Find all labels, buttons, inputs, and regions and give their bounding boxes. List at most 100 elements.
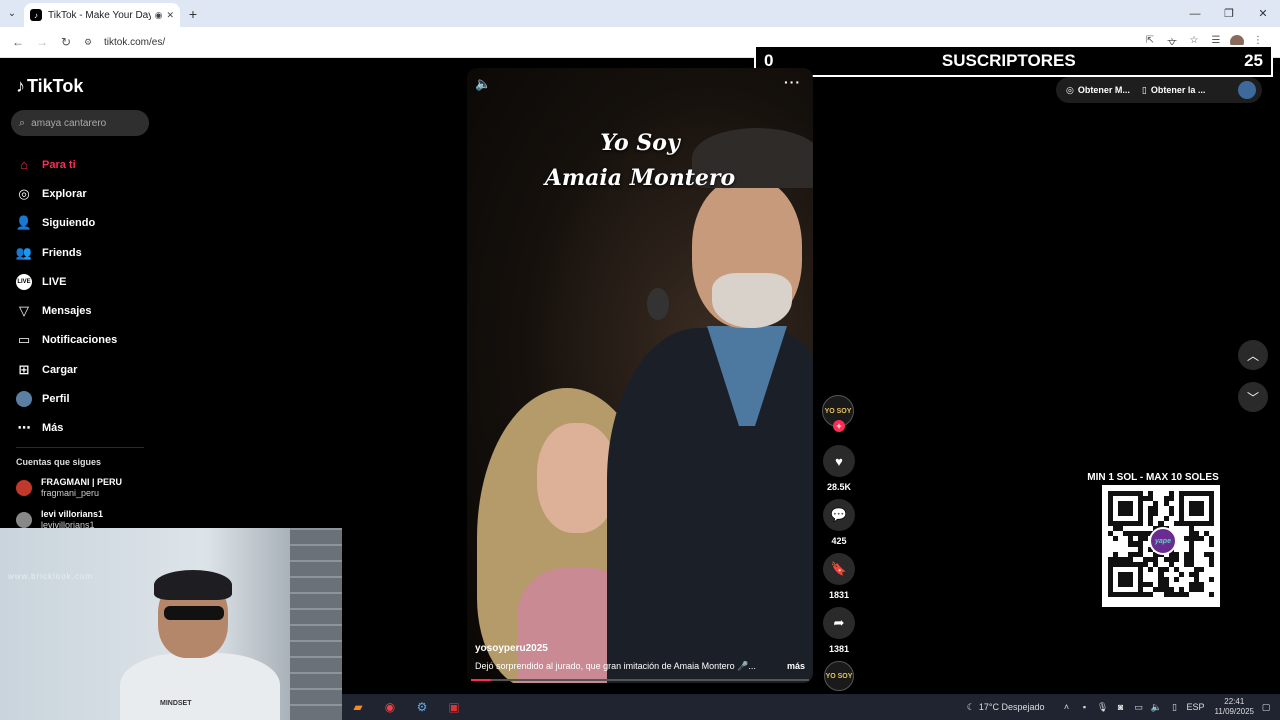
compass-icon: ◎ bbox=[18, 185, 30, 201]
video-description-row: Dejó sorprendido al jurado, que gran imi… bbox=[475, 661, 805, 672]
tray-volume-icon[interactable]: 🔈 bbox=[1151, 702, 1163, 713]
window-controls: — ❐ ✕ bbox=[1178, 0, 1280, 27]
get-coins-button[interactable]: ◎ Obtener M... bbox=[1066, 85, 1130, 96]
tiktok-favicon-icon: ♪ bbox=[30, 9, 42, 21]
tab-close-icon[interactable]: ✕ bbox=[166, 10, 174, 21]
minimize-icon[interactable]: — bbox=[1178, 0, 1212, 27]
bookmark-icon: 🔖 bbox=[830, 561, 848, 576]
tray-battery-icon[interactable]: ▯ bbox=[1169, 702, 1181, 713]
next-video-button[interactable]: ﹀ bbox=[1238, 382, 1268, 412]
tray-camera-icon[interactable]: ◙ bbox=[1115, 702, 1127, 712]
video-man-jacket bbox=[607, 328, 813, 683]
brick-wall bbox=[290, 528, 342, 720]
taskbar-app-obs-icon[interactable]: ◉ bbox=[374, 694, 406, 720]
sidebar-item-label: Notificaciones bbox=[42, 334, 118, 347]
account-handle: fragmani_peru bbox=[41, 488, 100, 498]
follow-plus-icon[interactable]: + bbox=[833, 420, 845, 432]
get-app-label: Obtener la ... bbox=[1150, 85, 1206, 95]
tab-audio-icon[interactable]: ◉ bbox=[155, 10, 163, 21]
reload-icon[interactable]: ↻ bbox=[54, 35, 78, 49]
sidebar-item-notificaciones[interactable]: ▭ Notificaciones bbox=[16, 326, 156, 355]
home-icon: ⌂ bbox=[20, 157, 28, 173]
sidebar-item-friends[interactable]: 👥 Friends bbox=[16, 238, 156, 267]
system-tray: ☾ 17°C Despejado ˄ ▪ 🎙 ◙ ▭ 🔈 ▯ ESP 22:41… bbox=[967, 697, 1280, 717]
sound-disc[interactable]: YO SOY bbox=[824, 661, 854, 691]
video-author[interactable]: yosoyperu2025 bbox=[475, 643, 548, 654]
more-dots-icon: ⋯ bbox=[17, 420, 31, 436]
user-avatar[interactable] bbox=[1238, 81, 1256, 99]
taskbar-app-dota-icon[interactable]: ▣ bbox=[438, 694, 470, 720]
back-icon[interactable]: ← bbox=[6, 35, 30, 49]
video-more-icon[interactable]: ··· bbox=[784, 74, 801, 90]
video-description: Dejó sorprendido al jurado, que gran imi… bbox=[475, 661, 756, 671]
taskbar-app-folder-icon[interactable]: ▰ bbox=[342, 694, 374, 720]
video-progress-bar[interactable] bbox=[471, 679, 809, 681]
search-input[interactable]: ⌕ amaya cantarero bbox=[11, 110, 149, 136]
sidebar-nav: ⌂ Para ti ◎ Explorar 👤 Siguiendo 👥 Frien… bbox=[16, 150, 156, 443]
heart-icon: ♥ bbox=[835, 453, 843, 469]
save-button[interactable]: 🔖 bbox=[823, 553, 855, 585]
notification-center-icon[interactable]: ▢ bbox=[1260, 702, 1272, 713]
tray-app-icon[interactable]: ▪ bbox=[1079, 702, 1091, 712]
share-count: 1381 bbox=[828, 644, 850, 654]
tab-title: TikTok - Make Your Day bbox=[48, 9, 151, 21]
get-app-bar: ◎ Obtener M... ▯ Obtener la ... bbox=[1056, 77, 1262, 103]
weather-widget[interactable]: ☾ 17°C Despejado bbox=[967, 702, 1045, 713]
donation-label: MIN 1 SOL - MAX 10 SOLES bbox=[1087, 472, 1219, 483]
creator-avatar-text: YO SOY bbox=[824, 407, 852, 415]
sidebar-item-perfil[interactable]: Perfil bbox=[16, 384, 156, 413]
taskbar-app-steam-icon[interactable]: ⚙ bbox=[406, 694, 438, 720]
video-actions: YO SOY + ♥ 28.5K 💬 425 🔖 1831 ➦ 1381 YO … bbox=[822, 395, 856, 691]
sidebar-divider bbox=[16, 447, 144, 448]
tray-network-icon[interactable]: ▭ bbox=[1133, 702, 1145, 713]
sidebar-item-label: Friends bbox=[42, 246, 82, 259]
taskbar-clock[interactable]: 22:41 11/09/2025 bbox=[1215, 697, 1254, 717]
sidebar-item-explorar[interactable]: ◎ Explorar bbox=[16, 179, 156, 208]
previous-video-button[interactable]: ︿ bbox=[1238, 340, 1268, 370]
following-accounts-title: Cuentas que sigues bbox=[16, 457, 102, 467]
volume-icon[interactable]: 🔈 bbox=[475, 76, 491, 92]
video-woman-face bbox=[537, 423, 617, 533]
tray-chevron-icon[interactable]: ˄ bbox=[1061, 702, 1073, 712]
sidebar-item-live[interactable]: LIVE LIVE bbox=[16, 267, 156, 296]
account-name: levi villorians1 bbox=[41, 509, 104, 519]
sidebar-item-label: Mensajes bbox=[42, 305, 92, 318]
sidebar-item-mas[interactable]: ⋯ Más bbox=[16, 414, 156, 443]
chevron-down-icon: ﹀ bbox=[1246, 390, 1259, 405]
site-info-icon[interactable]: ⚙ bbox=[84, 37, 98, 48]
account-name: FRAGMANI | PERU bbox=[41, 477, 123, 487]
share-button[interactable]: ➦ bbox=[823, 607, 855, 639]
sidebar-item-siguiendo[interactable]: 👤 Siguiendo bbox=[16, 209, 156, 238]
weather-text: 17°C Despejado bbox=[978, 702, 1045, 712]
get-app-button[interactable]: ▯ Obtener la ... bbox=[1142, 85, 1205, 96]
language-indicator[interactable]: ESP bbox=[1187, 702, 1205, 712]
sidebar-item-para-ti[interactable]: ⌂ Para ti bbox=[16, 150, 156, 179]
browser-tab-tiktok[interactable]: ♪ TikTok - Make Your Day ◉ ✕ bbox=[24, 3, 180, 27]
comment-button[interactable]: 💬 bbox=[823, 499, 855, 531]
expand-description-button[interactable]: más bbox=[787, 661, 805, 672]
video-player[interactable]: Yo Soy Amaia Montero 🔈 ··· yosoyperu2025… bbox=[467, 68, 813, 683]
sidebar-item-label: Para ti bbox=[42, 158, 76, 171]
restore-icon[interactable]: ❐ bbox=[1212, 0, 1246, 27]
account-avatar bbox=[16, 480, 32, 496]
upload-icon: ⊞ bbox=[18, 361, 30, 377]
browser-tabbar: ⌄ ♪ TikTok - Make Your Day ◉ ✕ + — ❐ ✕ bbox=[0, 0, 1280, 27]
search-icon: ⌕ bbox=[19, 116, 26, 129]
messages-icon: ▽ bbox=[19, 303, 29, 319]
new-tab-button[interactable]: + bbox=[180, 0, 206, 27]
sidebar-item-mensajes[interactable]: ▽ Mensajes bbox=[16, 296, 156, 325]
like-count: 28.5K bbox=[826, 482, 852, 492]
clock-time: 22:41 bbox=[1224, 697, 1245, 706]
sidebar-item-cargar[interactable]: ⊞ Cargar bbox=[16, 355, 156, 384]
tiktok-logo[interactable]: ♪ TikTok bbox=[16, 76, 83, 97]
forward-icon[interactable]: → bbox=[30, 35, 54, 49]
tab-search-icon[interactable]: ⌄ bbox=[0, 0, 24, 27]
streamer-hair bbox=[154, 570, 232, 600]
tray-mic-icon[interactable]: 🎙 bbox=[1097, 702, 1109, 713]
creator-avatar[interactable]: YO SOY + bbox=[822, 395, 854, 432]
like-button[interactable]: ♥ bbox=[823, 445, 855, 477]
video-progress-fill bbox=[471, 679, 492, 681]
following-account-item[interactable]: FRAGMANI | PERU fragmani_peru bbox=[16, 477, 122, 499]
close-window-icon[interactable]: ✕ bbox=[1246, 0, 1280, 27]
clock-date: 11/09/2025 bbox=[1214, 707, 1254, 716]
